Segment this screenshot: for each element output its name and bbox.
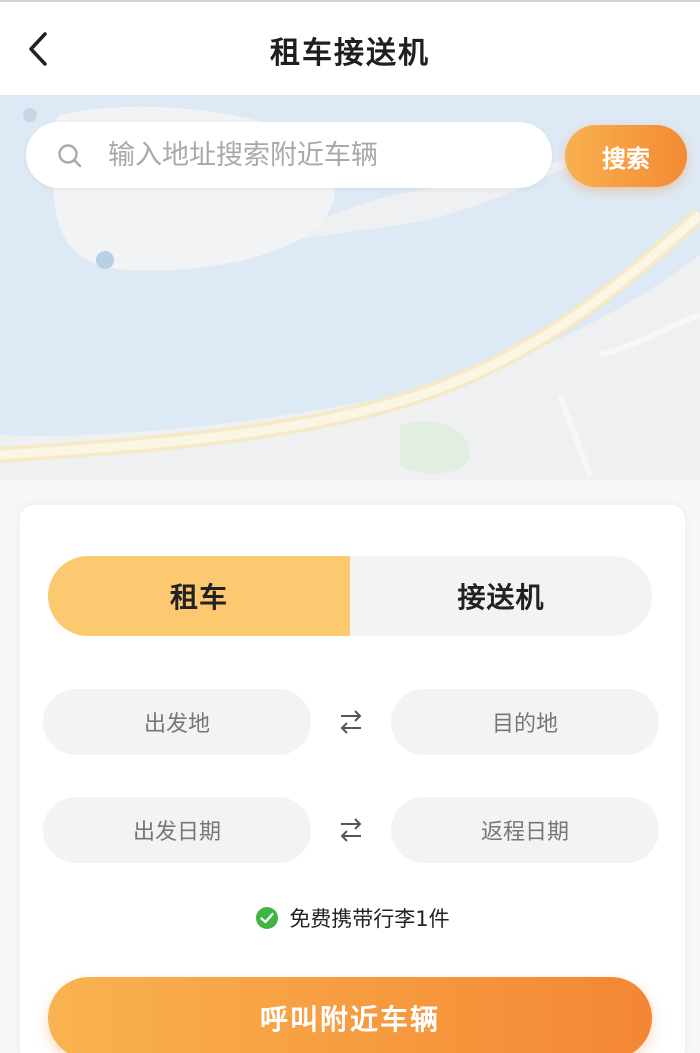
swap-arrows-icon[interactable]	[333, 812, 369, 848]
return-date-field[interactable]: 返程日期	[391, 797, 659, 863]
mode-tabs: 租车 接送机	[48, 556, 652, 636]
page-title: 租车接送机	[270, 36, 430, 71]
luggage-option[interactable]: 免费携带行李1件	[20, 903, 685, 933]
luggage-label: 免费携带行李1件	[289, 907, 450, 931]
search-input[interactable]	[108, 132, 528, 178]
origin-field[interactable]: 出发地	[43, 689, 311, 755]
depart-date-field[interactable]: 出发日期	[43, 797, 311, 863]
search-icon	[58, 144, 82, 168]
check-circle-icon	[256, 907, 279, 929]
booking-card: 租车 接送机 出发地 目的地 出发日期 返程日期 免费携带行李1件 呼叫附近车辆	[20, 505, 685, 1053]
swap-arrows-icon[interactable]	[333, 704, 369, 740]
top-bar: 租车接送机	[0, 0, 700, 95]
destination-field[interactable]: 目的地	[391, 689, 659, 755]
search-button[interactable]: 搜索	[565, 125, 687, 187]
search-bar	[26, 122, 552, 188]
tab-airport-transfer[interactable]: 接送机	[350, 556, 652, 636]
top-divider	[0, 0, 700, 2]
call-nearby-vehicles-button[interactable]: 呼叫附近车辆	[48, 977, 652, 1053]
tab-car-rental[interactable]: 租车	[48, 556, 350, 636]
